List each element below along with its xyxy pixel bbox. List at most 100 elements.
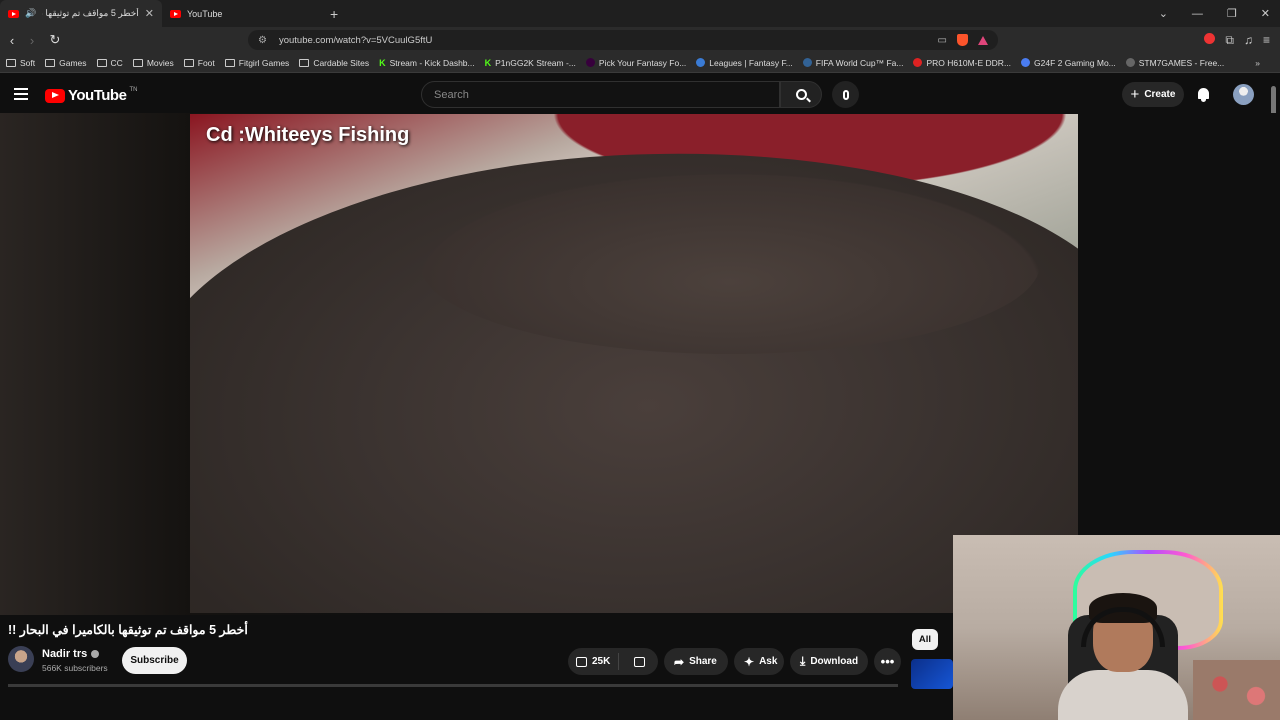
download-button[interactable]: ⤓ Download: [790, 648, 868, 675]
extension-icon[interactable]: [1204, 33, 1216, 44]
bookmark-label: Leagues | Fantasy F...: [709, 57, 793, 68]
folder-icon: [299, 58, 310, 67]
chip-all[interactable]: All: [912, 629, 938, 650]
extensions-area: ⧉ ♫ ≡: [1204, 33, 1270, 48]
bookmark-link[interactable]: G24F 2 Gaming Mo...: [1021, 58, 1116, 68]
youtube-favicon-icon: [170, 9, 181, 18]
bookmark-link[interactable]: K P1nGG2K Stream -...: [485, 58, 576, 68]
tab-title: YouTube: [187, 8, 223, 19]
account-avatar[interactable]: [1233, 84, 1254, 105]
recommended-thumbnail[interactable]: [911, 659, 953, 689]
new-tab-icon[interactable]: +: [330, 6, 338, 22]
search-button[interactable]: [780, 81, 822, 108]
bookmark-folder[interactable]: Fitgirl Games: [224, 57, 290, 68]
create-button[interactable]: + Create: [1122, 82, 1184, 107]
like-dislike-group: 25K: [568, 648, 658, 675]
browser-menu-icon[interactable]: ≡: [1263, 33, 1270, 48]
maximize-icon[interactable]: ❐: [1227, 7, 1237, 20]
asus-icon: [913, 58, 923, 67]
youtube-logo-country: TN: [129, 86, 138, 93]
url-field[interactable]: ⚙ youtube.com/watch?v=5VCuulG5ftU ▭: [248, 30, 998, 50]
bookmark-label: Pick Your Fantasy Fo...: [598, 57, 687, 68]
bookmark-label: Fitgirl Games: [238, 57, 290, 68]
bookmark-label: Stream - Kick Dashb...: [389, 57, 475, 68]
fantasy-icon: [696, 58, 706, 67]
address-toolbar: ‹ › ↻ ⚙ youtube.com/watch?v=5VCuulG5ftU …: [0, 27, 1280, 53]
channel-name[interactable]: Nadir trs: [42, 648, 87, 660]
bookmark-label: Foot: [197, 57, 215, 68]
youtube-header: YouTube TN Search + Create: [0, 77, 1280, 113]
bookmark-folder[interactable]: Cardable Sites: [299, 58, 369, 68]
site-info-icon[interactable]: ⚙: [258, 35, 267, 46]
create-label: Create: [1144, 89, 1176, 100]
chevron-down-icon[interactable]: ⌄: [1159, 7, 1168, 20]
minimize-icon[interactable]: —: [1192, 8, 1203, 20]
url-actions: ▭: [938, 34, 988, 46]
channel-name-row[interactable]: Nadir trs: [42, 648, 100, 660]
share-label: Share: [689, 656, 717, 667]
bookmark-folder[interactable]: Foot: [183, 57, 215, 68]
bookmarks-bar: Soft Games CC Movies Foot Fitgirl Games …: [0, 53, 1280, 73]
bookmark-folder[interactable]: Games: [45, 58, 87, 68]
cast-icon[interactable]: ▭: [938, 35, 947, 46]
webcam-overlay: [953, 535, 1280, 720]
sparkle-icon: ✦: [744, 654, 755, 669]
bookmark-folder[interactable]: Movies: [132, 57, 174, 68]
bookmark-link[interactable]: FIFA World Cup™ Fa...: [802, 58, 903, 68]
browser-tab-bar: 🔊 أخطر 5 مواقف تم توثيقها بالكا ✕ YouTub…: [0, 0, 1280, 27]
back-icon[interactable]: ‹: [2, 33, 22, 48]
more-actions-button[interactable]: •••: [874, 648, 901, 675]
channel-avatar[interactable]: [8, 646, 34, 672]
bookmark-link[interactable]: Pick Your Fantasy Fo...: [585, 57, 687, 68]
background-decor: [1193, 660, 1280, 720]
brave-shield-icon[interactable]: [957, 34, 968, 46]
premier-league-icon: [585, 58, 595, 67]
bookmark-link[interactable]: Leagues | Fantasy F...: [696, 57, 793, 68]
forward-icon[interactable]: ›: [22, 33, 42, 48]
like-button[interactable]: 25K: [568, 653, 620, 670]
youtube-play-icon: [45, 88, 65, 103]
streamer-body: [1058, 670, 1188, 720]
dislike-button[interactable]: [624, 656, 655, 667]
more-bookmarks-icon[interactable]: »: [1255, 58, 1260, 68]
search-input[interactable]: Search: [421, 81, 780, 108]
tab-active-video[interactable]: 🔊 أخطر 5 مواقف تم توثيقها بالكا ✕: [0, 0, 162, 27]
aoc-icon: [1021, 58, 1031, 67]
bookmark-label: G24F 2 Gaming Mo...: [1034, 57, 1116, 68]
plus-icon: +: [1130, 86, 1140, 103]
video-frame-rock-top: [420, 174, 1040, 354]
download-icon: ⤓: [800, 654, 806, 668]
video-title: أخطر 5 مواقف تم توثيقها بالكاميرا في الب…: [8, 623, 248, 637]
speaker-icon[interactable]: 🔊: [25, 8, 36, 19]
video-watermark: Cd :Whiteeys Fishing: [206, 124, 410, 146]
notifications-bell-icon[interactable]: [1197, 88, 1210, 102]
bookmark-link[interactable]: PRO H610M-E DDR...: [913, 58, 1011, 68]
brave-rewards-icon[interactable]: [978, 35, 988, 45]
fifa-icon: [802, 58, 812, 67]
bookmark-label: Soft: [20, 57, 36, 68]
share-button[interactable]: ➦ Share: [664, 648, 728, 675]
divider: [8, 684, 898, 687]
kick-icon: K: [379, 57, 386, 68]
reload-icon[interactable]: ↻: [45, 32, 65, 48]
bookmark-folder[interactable]: CC: [96, 58, 123, 68]
voice-search-button[interactable]: [832, 81, 859, 108]
hamburger-menu-icon[interactable]: [14, 88, 28, 100]
subscribe-button[interactable]: Subscribe: [122, 647, 187, 674]
url-text: youtube.com/watch?v=5VCuulG5ftU: [278, 34, 433, 46]
close-window-icon[interactable]: ✕: [1261, 7, 1270, 20]
ask-button[interactable]: ✦ Ask: [734, 648, 784, 675]
close-tab-icon[interactable]: ✕: [145, 7, 154, 20]
media-icon[interactable]: ♫: [1244, 33, 1253, 48]
bookmark-label: Movies: [146, 57, 174, 68]
video-player[interactable]: Cd :Whiteeys Fishing: [190, 114, 1078, 613]
youtube-logo-text: YouTube: [68, 87, 127, 104]
bookmark-link[interactable]: K Stream - Kick Dashb...: [379, 58, 475, 68]
bookmark-label: P1nGG2K Stream -...: [495, 57, 576, 68]
bookmark-link[interactable]: STM7GAMES - Free...: [1125, 58, 1224, 68]
extensions-puzzle-icon[interactable]: ⧉: [1225, 33, 1234, 48]
tab-title: أخطر 5 مواقف تم توثيقها بالكا: [42, 8, 139, 18]
youtube-logo[interactable]: YouTube TN: [45, 87, 137, 104]
tab-youtube[interactable]: YouTube: [162, 0, 324, 27]
bookmark-folder[interactable]: Soft: [6, 58, 35, 68]
